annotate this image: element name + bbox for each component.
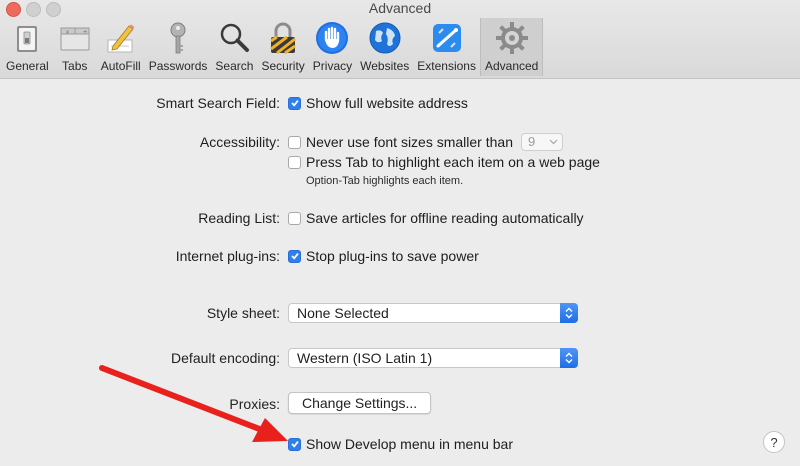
min-font-option[interactable]: Never use font sizes smaller than 9 [288,133,563,151]
tab-search-label: Search [215,59,254,73]
tab-tabs[interactable]: x + Tabs [53,18,97,76]
help-button[interactable]: ? [763,431,785,453]
tab-advanced-label: Advanced [484,59,539,73]
tab-security-label: Security [261,59,305,73]
style-sheet-label: Style sheet: [206,305,280,321]
style-sheet-popup[interactable]: None Selected [288,303,578,323]
encoding-label: Default encoding: [171,350,280,366]
tab-general-label: General [6,59,49,73]
checkmark-icon [290,441,299,448]
show-develop-menu-checkbox[interactable] [288,437,301,451]
key-icon [170,22,186,54]
min-font-size-checkbox[interactable] [288,135,301,149]
tab-highlight-text: Press Tab to highlight each item on a we… [306,154,600,170]
show-full-address-checkbox[interactable] [288,96,301,110]
stop-plugins-checkbox[interactable] [288,249,301,263]
show-develop-menu-text: Show Develop menu in menu bar [306,436,514,452]
preferences-toolbar: General x + Tabs AutoFill Passwords Sear… [2,18,544,76]
svg-text:+: + [83,30,87,36]
title-bar: Advanced General x + Tabs AutoFill Passw… [0,0,800,79]
tab-security[interactable]: Security [257,18,308,76]
tab-autofill[interactable]: AutoFill [97,18,145,76]
general-switch-icon [17,26,38,52]
tab-highlight-option[interactable]: Press Tab to highlight each item on a we… [288,153,600,171]
plugins-label: Internet plug-ins: [175,248,280,264]
style-sheet-value: None Selected [297,305,389,321]
tab-autofill-label: AutoFill [100,59,141,73]
offline-reading-checkbox[interactable] [288,211,301,225]
checkmark-icon [290,100,299,107]
pencil-form-icon [107,24,135,53]
option-tab-note: Option-Tab highlights each item. [306,175,464,187]
change-proxy-settings-button[interactable]: Change Settings... [288,392,432,414]
tab-passwords-label: Passwords [148,59,208,73]
reading-list-option[interactable]: Save articles for offline reading automa… [288,209,584,227]
stop-plugins-text: Stop plug-ins to save power [306,248,479,264]
tab-websites-label: Websites [360,59,410,73]
tab-privacy-label: Privacy [312,59,353,73]
offline-reading-text: Save articles for offline reading automa… [306,210,584,226]
smart-search-label: Smart Search Field: [156,95,280,111]
svg-text:x: x [66,30,69,36]
min-font-size-value: 9 [527,134,536,149]
smart-search-option[interactable]: Show full website address [288,94,468,112]
window-title: Advanced [368,0,432,16]
tab-extensions-label: Extensions [417,59,476,73]
show-full-address-text: Show full website address [306,95,468,111]
accessibility-label: Accessibility: [199,134,280,150]
proxies-label: Proxies: [229,396,280,412]
popup-arrows-icon [560,303,578,323]
hand-icon [316,22,349,54]
tab-highlight-checkbox[interactable] [288,155,301,169]
plugins-option[interactable]: Stop plug-ins to save power [288,247,479,265]
checkmark-icon [290,253,299,260]
advanced-settings-pane: Smart Search Field: Show full website ad… [0,79,800,466]
encoding-popup[interactable]: Western (ISO Latin 1) [288,348,578,368]
tab-privacy[interactable]: Privacy [309,18,356,76]
popup-arrows-icon [560,348,578,368]
puzzle-icon [432,24,461,52]
globe-icon [369,22,401,54]
tab-tabs-label: Tabs [62,59,88,73]
magnifier-icon [221,23,250,52]
min-font-size-select[interactable]: 9 [520,133,563,151]
tabs-icon: x + [60,27,90,51]
chevron-down-icon [549,139,558,145]
tab-advanced[interactable]: Advanced [479,18,544,76]
tab-extensions[interactable]: Extensions [413,18,480,76]
preferences-window: Advanced General x + Tabs AutoFill Passw… [0,0,800,466]
padlock-icon [270,22,297,55]
tab-websites[interactable]: Websites [356,18,413,76]
develop-menu-option[interactable]: Show Develop menu in menu bar [288,435,513,453]
encoding-value: Western (ISO Latin 1) [297,350,433,366]
tab-general[interactable]: General [2,18,53,76]
reading-list-label: Reading List: [198,210,280,226]
tab-passwords[interactable]: Passwords [145,18,212,76]
min-font-size-text: Never use font sizes smaller than [306,134,513,150]
tab-search[interactable]: Search [211,18,257,76]
gear-icon [495,22,528,54]
